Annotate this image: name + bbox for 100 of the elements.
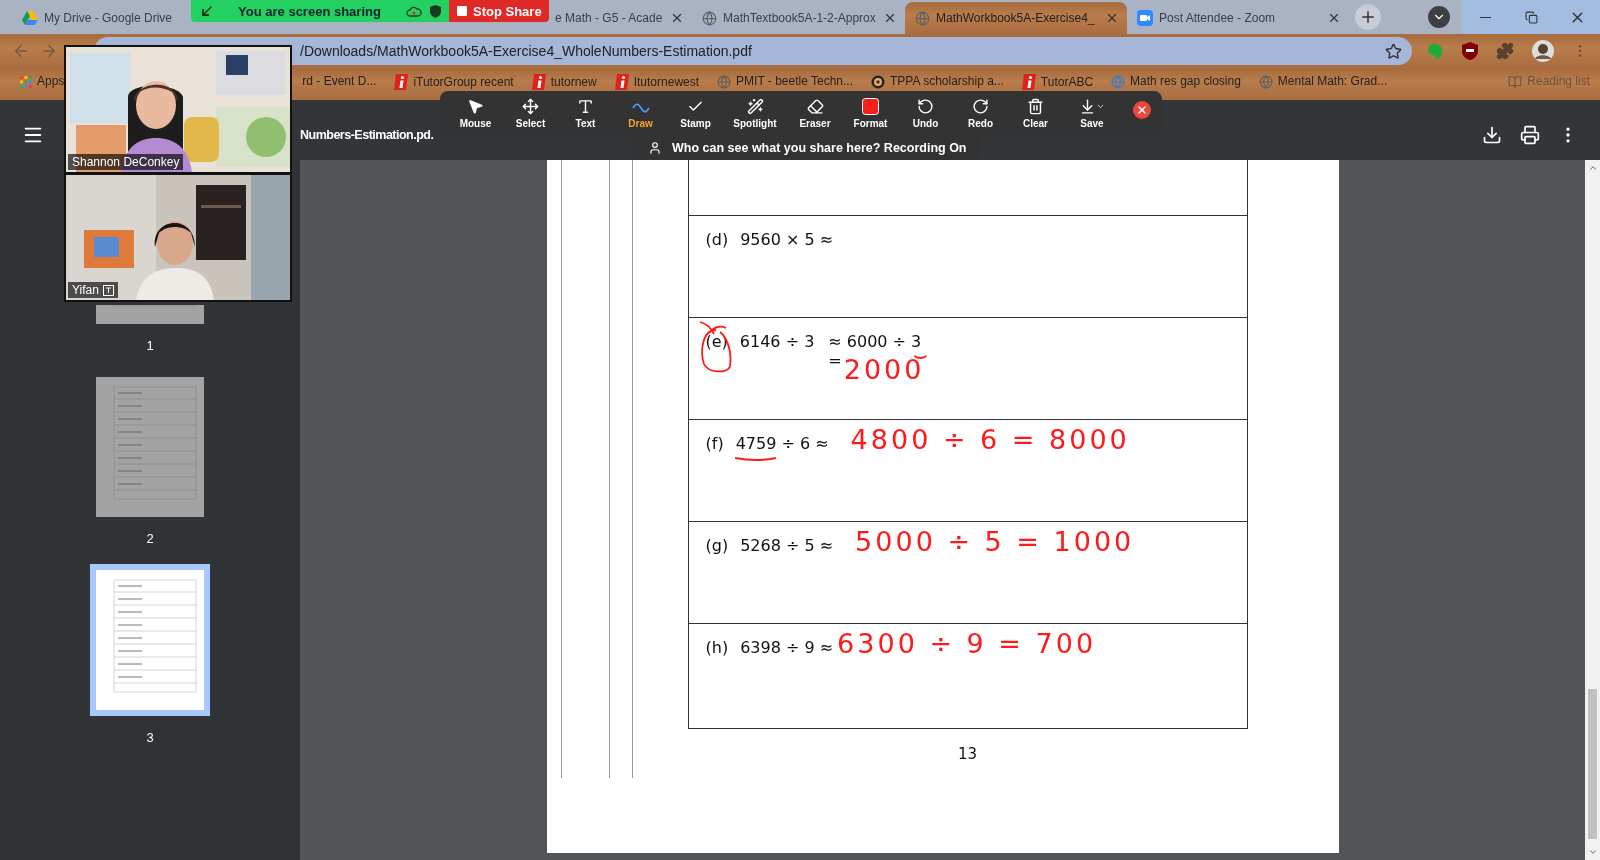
bookmark-link[interactable]: Math res gap closing bbox=[1130, 74, 1241, 89]
toolbar-button[interactable]: Mouse bbox=[448, 98, 503, 129]
participant-name: Shannon DeConkey bbox=[68, 154, 184, 170]
eraser-icon bbox=[806, 98, 824, 115]
bookmark-link[interactable]: Apps bbox=[37, 74, 65, 89]
shield-icon[interactable] bbox=[1462, 42, 1478, 60]
drive-icon bbox=[22, 11, 38, 25]
equals-sign: = bbox=[828, 354, 842, 368]
page-number: 1 bbox=[146, 338, 154, 353]
shield-icon bbox=[430, 4, 441, 18]
avatar-icon[interactable] bbox=[1532, 40, 1554, 62]
page-thumbnail[interactable] bbox=[96, 305, 204, 324]
browser-tab[interactable]: My Drive - Google Drive bbox=[12, 2, 190, 34]
question-label: (g) bbox=[705, 536, 729, 556]
undo-icon bbox=[917, 98, 934, 115]
math-expression: 5268 ÷ 5 ≈ bbox=[740, 536, 834, 556]
toolbar-button[interactable]: Clear bbox=[1008, 98, 1063, 129]
bookmark-link[interactable]: tutornew bbox=[550, 74, 597, 90]
trash-icon bbox=[1027, 98, 1044, 115]
browser-tab[interactable]: MathTextbook5A-1-2-Approx bbox=[692, 2, 905, 34]
emblem-icon bbox=[871, 74, 885, 89]
toolbar-button[interactable]: Format bbox=[843, 98, 898, 129]
scrollbar-thumb[interactable] bbox=[1588, 689, 1597, 839]
back-icon[interactable] bbox=[12, 42, 30, 60]
handwritten-answer: 5000 ÷ 5 = 1000 bbox=[855, 528, 1135, 556]
scroll-down-icon[interactable] bbox=[1587, 847, 1598, 857]
page-number: 13 bbox=[957, 745, 978, 763]
tab-title: Post Attendee - Zoom bbox=[1159, 11, 1276, 25]
stop-icon bbox=[457, 6, 467, 16]
page-number: 3 bbox=[146, 730, 154, 745]
page-thumbnail[interactable] bbox=[96, 377, 204, 517]
bookmark-link[interactable]: iTutorGroup recent bbox=[413, 74, 514, 90]
close-button[interactable] bbox=[1133, 100, 1151, 119]
bookmark-link[interactable]: TutorABC bbox=[1040, 74, 1094, 90]
forward-icon[interactable] bbox=[40, 42, 58, 60]
bookmark-star-icon[interactable] bbox=[1385, 42, 1402, 60]
browser-tab[interactable]: Post Attendee - Zoom bbox=[1127, 2, 1349, 34]
page-number: 2 bbox=[146, 531, 154, 546]
toolbar-button[interactable]: Text bbox=[558, 98, 613, 129]
browser-tab[interactable]: MathWorkbook5A-Exercise4_ bbox=[905, 2, 1127, 34]
notice-text: Who can see what you share here? Recording On bbox=[672, 141, 967, 155]
question-label: (h) bbox=[705, 638, 729, 658]
window-close-button[interactable] bbox=[1554, 0, 1600, 34]
tab-title: MathWorkbook5A-Exercise4_ bbox=[936, 11, 1095, 25]
participant-name: Yifan bbox=[68, 282, 118, 298]
tutor-logo-icon bbox=[1021, 74, 1036, 90]
toolbar-button[interactable]: Undo bbox=[898, 98, 953, 129]
tutor-logo-icon bbox=[394, 74, 409, 90]
move-icon bbox=[522, 98, 539, 115]
video-camera-icon bbox=[1137, 10, 1153, 26]
bookmark-link[interactable]: TPPA scholarship a... bbox=[890, 74, 1004, 89]
toolbar-button[interactable]: Eraser bbox=[787, 98, 843, 129]
tab-title: My Drive - Google Drive bbox=[44, 11, 173, 25]
bookmark-link[interactable]: Itutornewest bbox=[633, 74, 700, 90]
toolbar-button[interactable]: Spotlight bbox=[723, 98, 787, 129]
stop-share-button[interactable]: Stop Share bbox=[449, 0, 549, 22]
handwritten-answer: 2000 bbox=[843, 356, 925, 384]
scrollbar[interactable] bbox=[1585, 160, 1600, 860]
toolbar-button[interactable]: Save bbox=[1063, 98, 1121, 129]
wand-icon bbox=[746, 98, 764, 115]
bookmark-link[interactable]: PMIT - beetle Techn... bbox=[736, 74, 853, 89]
close-icon[interactable] bbox=[883, 11, 897, 25]
close-icon[interactable] bbox=[670, 11, 684, 25]
toolbar-button[interactable]: Stamp bbox=[668, 98, 723, 129]
extensions-icon[interactable] bbox=[1496, 42, 1514, 60]
globe-icon bbox=[702, 10, 717, 26]
sharing-banner: You are screen sharing bbox=[191, 0, 449, 22]
toolbar-button[interactable]: Select bbox=[503, 98, 558, 129]
toolbar-button[interactable]: Redo bbox=[953, 98, 1008, 129]
globe-icon bbox=[915, 10, 930, 26]
save-icon bbox=[1079, 98, 1105, 115]
scroll-up-icon[interactable] bbox=[1587, 163, 1598, 173]
globe-icon bbox=[1258, 74, 1273, 89]
tab-title: e Math - G5 - Acade bbox=[555, 11, 663, 25]
person-icon bbox=[648, 141, 662, 155]
close-icon[interactable] bbox=[1327, 11, 1341, 25]
pointer-icon bbox=[467, 98, 484, 115]
close-icon[interactable] bbox=[1105, 11, 1119, 25]
restore-icon bbox=[1524, 10, 1538, 24]
globe-icon bbox=[1111, 74, 1126, 89]
print-icon[interactable] bbox=[1520, 125, 1540, 145]
handwritten-answer: 6300 ÷ 9 = 700 bbox=[837, 630, 1097, 658]
close-icon bbox=[1136, 103, 1148, 116]
tab-title: MathTextbook5A-1-2-Approx bbox=[723, 11, 876, 25]
new-tab-button[interactable] bbox=[1355, 4, 1381, 30]
question-label: (d) bbox=[705, 230, 729, 250]
typed-expression: ≈ 6000 ÷ 3 bbox=[828, 332, 925, 352]
page-thumbnail[interactable] bbox=[90, 564, 210, 716]
cloud-icon bbox=[406, 5, 422, 17]
toolbar-button[interactable]: Draw bbox=[613, 98, 668, 129]
bookmark-link[interactable]: Mental Math: Grad... bbox=[1277, 74, 1388, 89]
tutor-logo-icon bbox=[531, 74, 546, 90]
minimize-icon bbox=[1479, 16, 1491, 18]
plus-icon bbox=[1359, 8, 1377, 26]
tab-search-button[interactable] bbox=[1428, 6, 1450, 28]
globe-icon bbox=[717, 74, 732, 89]
question-label: (f) bbox=[705, 434, 724, 454]
download-icon[interactable] bbox=[1482, 125, 1502, 145]
math-expression: 4759 ÷ 6 ≈ bbox=[735, 434, 829, 454]
bookmark-link[interactable]: rd - Event D... bbox=[302, 74, 377, 89]
